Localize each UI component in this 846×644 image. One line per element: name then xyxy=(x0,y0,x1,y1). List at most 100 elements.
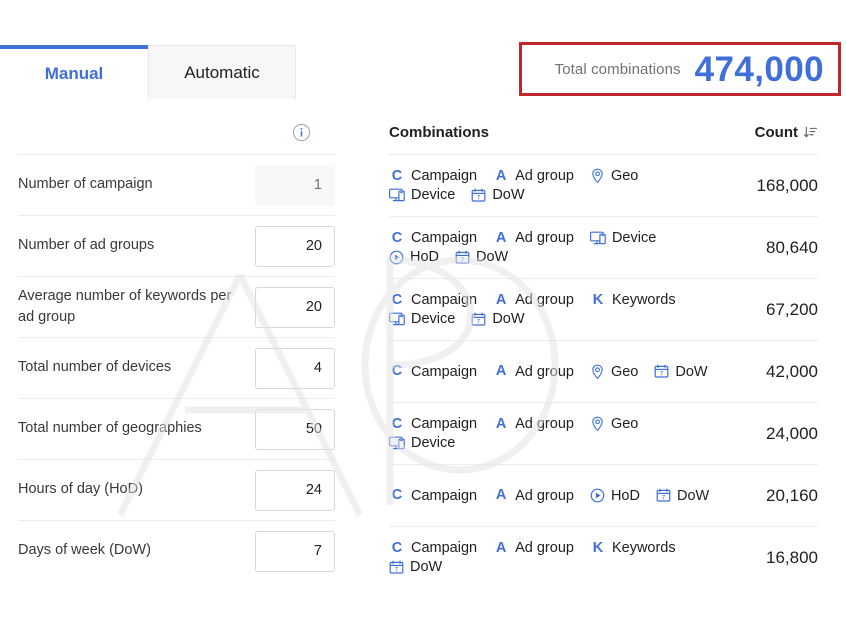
dimension-chip-label: DoW xyxy=(492,187,525,203)
dimension-chip-label: Keywords xyxy=(611,292,676,308)
form-label: Hours of day (HoD) xyxy=(18,481,143,498)
combination-chips: C Campaign A Ad group K Keywords 7 DoW xyxy=(389,540,719,575)
form-row: Number of campaign xyxy=(18,154,335,215)
combinations-panel: Combinations Count C Campaign A Ad group Geo… xyxy=(349,110,846,644)
form-label: Average number of keywords per ad group xyxy=(18,287,232,325)
campaign-icon: C xyxy=(391,415,403,432)
dimension-chip: Device xyxy=(389,435,455,451)
tab-manual[interactable]: Manual xyxy=(0,45,148,99)
form-row: Average number of keywords per ad group xyxy=(18,276,335,337)
dimension-chip: 7 DoW xyxy=(471,187,525,203)
table-row[interactable]: C Campaign A Ad group HoD 7 DoW 20,160 xyxy=(389,464,818,526)
dimension-chip-label: DoW xyxy=(676,487,710,504)
combination-chips: C Campaign A Ad group Device HoD 7 DoW xyxy=(389,230,719,265)
form-label: Total number of devices xyxy=(18,359,172,376)
dimension-chip-label: DoW xyxy=(675,363,708,380)
dimension-chip: 7 DoW xyxy=(389,559,442,575)
table-row[interactable]: C Campaign A Ad group Geo Device 24,000 xyxy=(389,402,818,464)
total-devices-input[interactable] xyxy=(255,347,335,389)
dimension-chip: A Ad group xyxy=(493,540,574,556)
number-of-ad-groups-input[interactable] xyxy=(255,225,335,267)
app-root: Manual Automatic Total combinations 474,… xyxy=(0,0,846,644)
hours-of-day-input[interactable] xyxy=(255,469,335,511)
table-row[interactable]: C Campaign A Ad group Geo Device 7 DoW 168,000 xyxy=(389,154,818,216)
ad-group-icon: A xyxy=(495,167,507,184)
dimension-chip-label: Ad group xyxy=(515,540,574,556)
geo-icon xyxy=(592,416,603,432)
dimension-chip: 7 DoW xyxy=(654,363,708,380)
campaign-icon: C xyxy=(391,167,403,184)
table-row[interactable]: C Campaign A Ad group Device HoD 7 DoW 80,640 xyxy=(389,216,818,278)
number-of-campaign-input[interactable] xyxy=(255,164,335,206)
dimension-chip-label: Geo xyxy=(610,416,639,432)
combinations-table-header: Combinations Count xyxy=(389,110,818,154)
form-label: Number of ad groups xyxy=(18,237,155,254)
dimension-chip: Device xyxy=(589,230,656,246)
combination-count: 20,160 xyxy=(766,485,818,505)
dow-icon: 7 xyxy=(389,560,404,574)
tab-automatic[interactable]: Automatic xyxy=(148,45,296,99)
campaign-icon: C xyxy=(391,229,403,246)
dimension-chip: A Ad group xyxy=(493,168,574,184)
dimension-chip: A Ad group xyxy=(493,292,574,308)
dimension-chip: C Campaign xyxy=(389,292,477,308)
dimension-chip: K Keywords xyxy=(590,292,676,308)
ad-group-icon: A xyxy=(495,291,507,308)
keywords-icon: K xyxy=(592,291,604,308)
ad-group-icon: A xyxy=(495,229,507,246)
ad-group-icon: A xyxy=(495,363,507,380)
combination-count: 16,800 xyxy=(766,547,818,567)
form-row: Total number of geographies xyxy=(18,398,335,459)
svg-text:7: 7 xyxy=(477,318,481,325)
svg-text:7: 7 xyxy=(477,194,481,201)
column-header-count-label: Count xyxy=(754,123,798,141)
dow-icon: 7 xyxy=(656,488,671,502)
dimension-chip: K Keywords xyxy=(590,540,676,556)
dimension-chip: C Campaign xyxy=(389,230,477,246)
form-row: Hours of day (HoD) xyxy=(18,459,335,520)
dimension-chip-label: Ad group xyxy=(515,292,574,308)
dimension-chip-label: Campaign xyxy=(411,230,478,246)
geo-icon xyxy=(592,364,603,379)
device-icon xyxy=(589,231,606,244)
keywords-icon: K xyxy=(592,539,604,556)
campaign-icon: C xyxy=(391,363,403,380)
dimension-chip-label: Keywords xyxy=(611,540,676,556)
info-icon[interactable] xyxy=(292,123,311,142)
dimension-chip-label: Campaign xyxy=(411,168,478,184)
form-label: Days of week (DoW) xyxy=(18,542,151,559)
sort-descending-icon[interactable] xyxy=(803,125,818,140)
days-of-week-input[interactable] xyxy=(255,530,335,572)
dow-icon: 7 xyxy=(471,188,486,202)
avg-keywords-per-ad-group-input[interactable] xyxy=(255,286,335,328)
dimension-chip-label: Geo xyxy=(610,168,639,184)
tab-automatic-label: Automatic xyxy=(184,62,260,82)
svg-text:7: 7 xyxy=(395,566,399,573)
dimension-chip: 7 DoW xyxy=(455,249,508,265)
dimension-chip-label: Ad group xyxy=(515,416,574,432)
total-combinations-panel: Total combinations 474,000 xyxy=(519,42,841,96)
total-geographies-input[interactable] xyxy=(255,408,335,450)
dimension-chip-label: Device xyxy=(411,187,456,203)
dimension-chip-label: Device xyxy=(411,311,456,327)
column-header-count[interactable]: Count xyxy=(755,124,818,141)
combination-count: 42,000 xyxy=(766,361,818,381)
dimension-chip-label: Device xyxy=(411,435,456,451)
form-row: Number of ad groups xyxy=(18,215,335,276)
inputs-panel-header xyxy=(18,110,335,154)
table-row[interactable]: C Campaign A Ad group K Keywords Device 7 DoW 67,… xyxy=(389,278,818,340)
tab-manual-label: Manual xyxy=(44,64,104,83)
svg-text:7: 7 xyxy=(461,256,465,263)
combination-chips: C Campaign A Ad group Geo 7 DoW xyxy=(389,364,708,380)
table-row[interactable]: C Campaign A Ad group K Keywords 7 DoW 16,800 xyxy=(389,526,818,588)
geo-icon xyxy=(592,168,603,184)
table-row[interactable]: C Campaign A Ad group Geo 7 DoW 42,000 xyxy=(389,340,818,402)
dimension-chip-label: DoW xyxy=(492,311,525,327)
campaign-icon: C xyxy=(391,487,403,504)
campaign-icon: C xyxy=(391,539,403,556)
ad-group-icon: A xyxy=(495,415,507,432)
total-combinations-value: 474,000 xyxy=(694,49,824,89)
dimension-chip-label: Ad group xyxy=(515,168,574,184)
dimension-chip: HoD xyxy=(590,488,640,504)
svg-text:7: 7 xyxy=(662,494,666,501)
